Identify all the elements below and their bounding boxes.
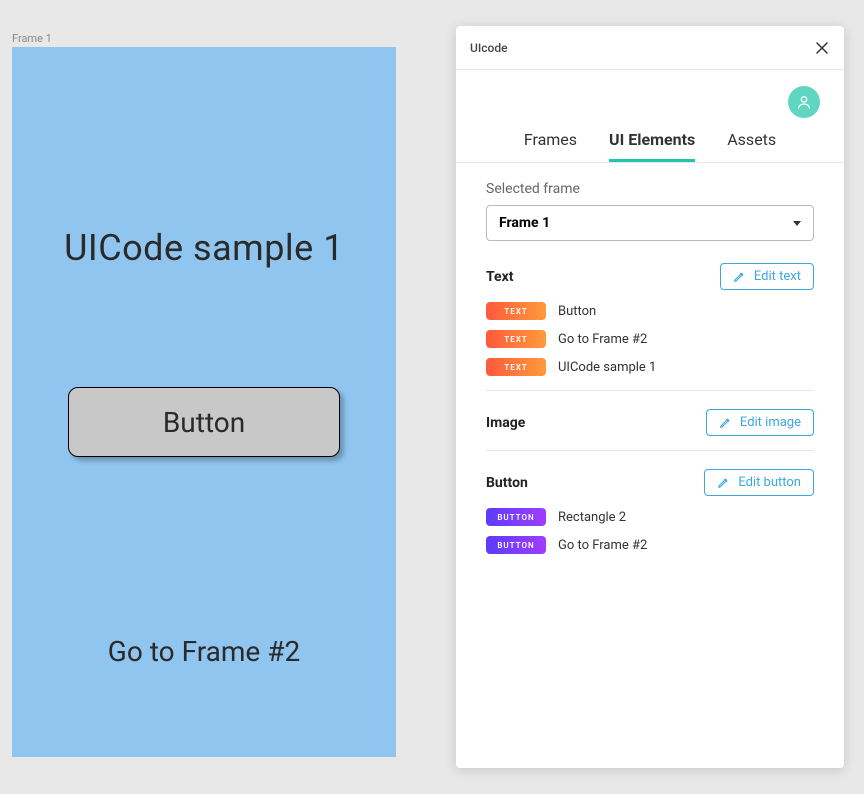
- button-section-header: Button Edit button: [486, 469, 814, 496]
- button-item[interactable]: BUTTON Go to Frame #2: [486, 536, 814, 554]
- button-item-name: Rectangle 2: [558, 510, 626, 525]
- edit-button-button[interactable]: Edit button: [704, 469, 814, 496]
- button-item-name: Go to Frame #2: [558, 538, 647, 553]
- text-section-title: Text: [486, 269, 513, 285]
- divider: [486, 390, 814, 391]
- device-frame[interactable]: UICode sample 1 Button Go to Frame #2: [12, 47, 396, 757]
- pencil-icon: [717, 476, 730, 489]
- text-tag: TEXT: [486, 330, 546, 348]
- button-tag: BUTTON: [486, 536, 546, 554]
- button-tag: BUTTON: [486, 508, 546, 526]
- canvas-goto-text[interactable]: Go to Frame #2: [12, 635, 396, 668]
- tab-frames[interactable]: Frames: [524, 124, 577, 162]
- canvas-button-label: Button: [163, 406, 245, 439]
- button-item[interactable]: BUTTON Rectangle 2: [486, 508, 814, 526]
- frame-select-value: Frame 1: [499, 215, 550, 231]
- edit-text-button[interactable]: Edit text: [720, 263, 814, 290]
- text-item-name: Button: [558, 304, 596, 319]
- text-item-name: Go to Frame #2: [558, 332, 647, 347]
- selected-frame-label: Selected frame: [486, 181, 814, 197]
- canvas-button[interactable]: Button: [68, 387, 340, 457]
- edit-image-button[interactable]: Edit image: [706, 409, 814, 436]
- text-item[interactable]: TEXT UICode sample 1: [486, 358, 814, 376]
- panel-header: UIcode: [456, 26, 844, 70]
- text-tag: TEXT: [486, 358, 546, 376]
- text-item[interactable]: TEXT Go to Frame #2: [486, 330, 814, 348]
- frame-select[interactable]: Frame 1: [486, 205, 814, 241]
- button-section-title: Button: [486, 475, 528, 491]
- image-section-title: Image: [486, 415, 525, 431]
- canvas-heading-text[interactable]: UICode sample 1: [12, 227, 396, 269]
- avatar-row: [456, 70, 844, 124]
- image-section-header: Image Edit image: [486, 409, 814, 436]
- text-section-header: Text Edit text: [486, 263, 814, 290]
- panel-title: UIcode: [470, 41, 508, 55]
- text-item[interactable]: TEXT Button: [486, 302, 814, 320]
- close-icon[interactable]: [814, 40, 830, 56]
- pencil-icon: [719, 416, 732, 429]
- tab-ui-elements[interactable]: UI Elements: [609, 124, 695, 162]
- panel-body: Selected frame Frame 1 Text Edit text TE…: [456, 163, 844, 768]
- frame-label: Frame 1: [12, 32, 442, 45]
- user-avatar[interactable]: [788, 86, 820, 118]
- text-item-name: UICode sample 1: [558, 360, 656, 375]
- pencil-icon: [733, 270, 746, 283]
- edit-button-label: Edit button: [738, 475, 801, 490]
- person-icon: [796, 94, 812, 110]
- tab-assets[interactable]: Assets: [727, 124, 776, 162]
- edit-image-label: Edit image: [740, 415, 801, 430]
- chevron-down-icon: [793, 221, 801, 226]
- uicode-panel: UIcode Frames UI Elements Assets Selecte…: [456, 26, 844, 768]
- text-tag: TEXT: [486, 302, 546, 320]
- tabs: Frames UI Elements Assets: [456, 124, 844, 163]
- edit-text-label: Edit text: [754, 269, 801, 284]
- divider: [486, 450, 814, 451]
- design-canvas: Frame 1 UICode sample 1 Button Go to Fra…: [12, 32, 442, 757]
